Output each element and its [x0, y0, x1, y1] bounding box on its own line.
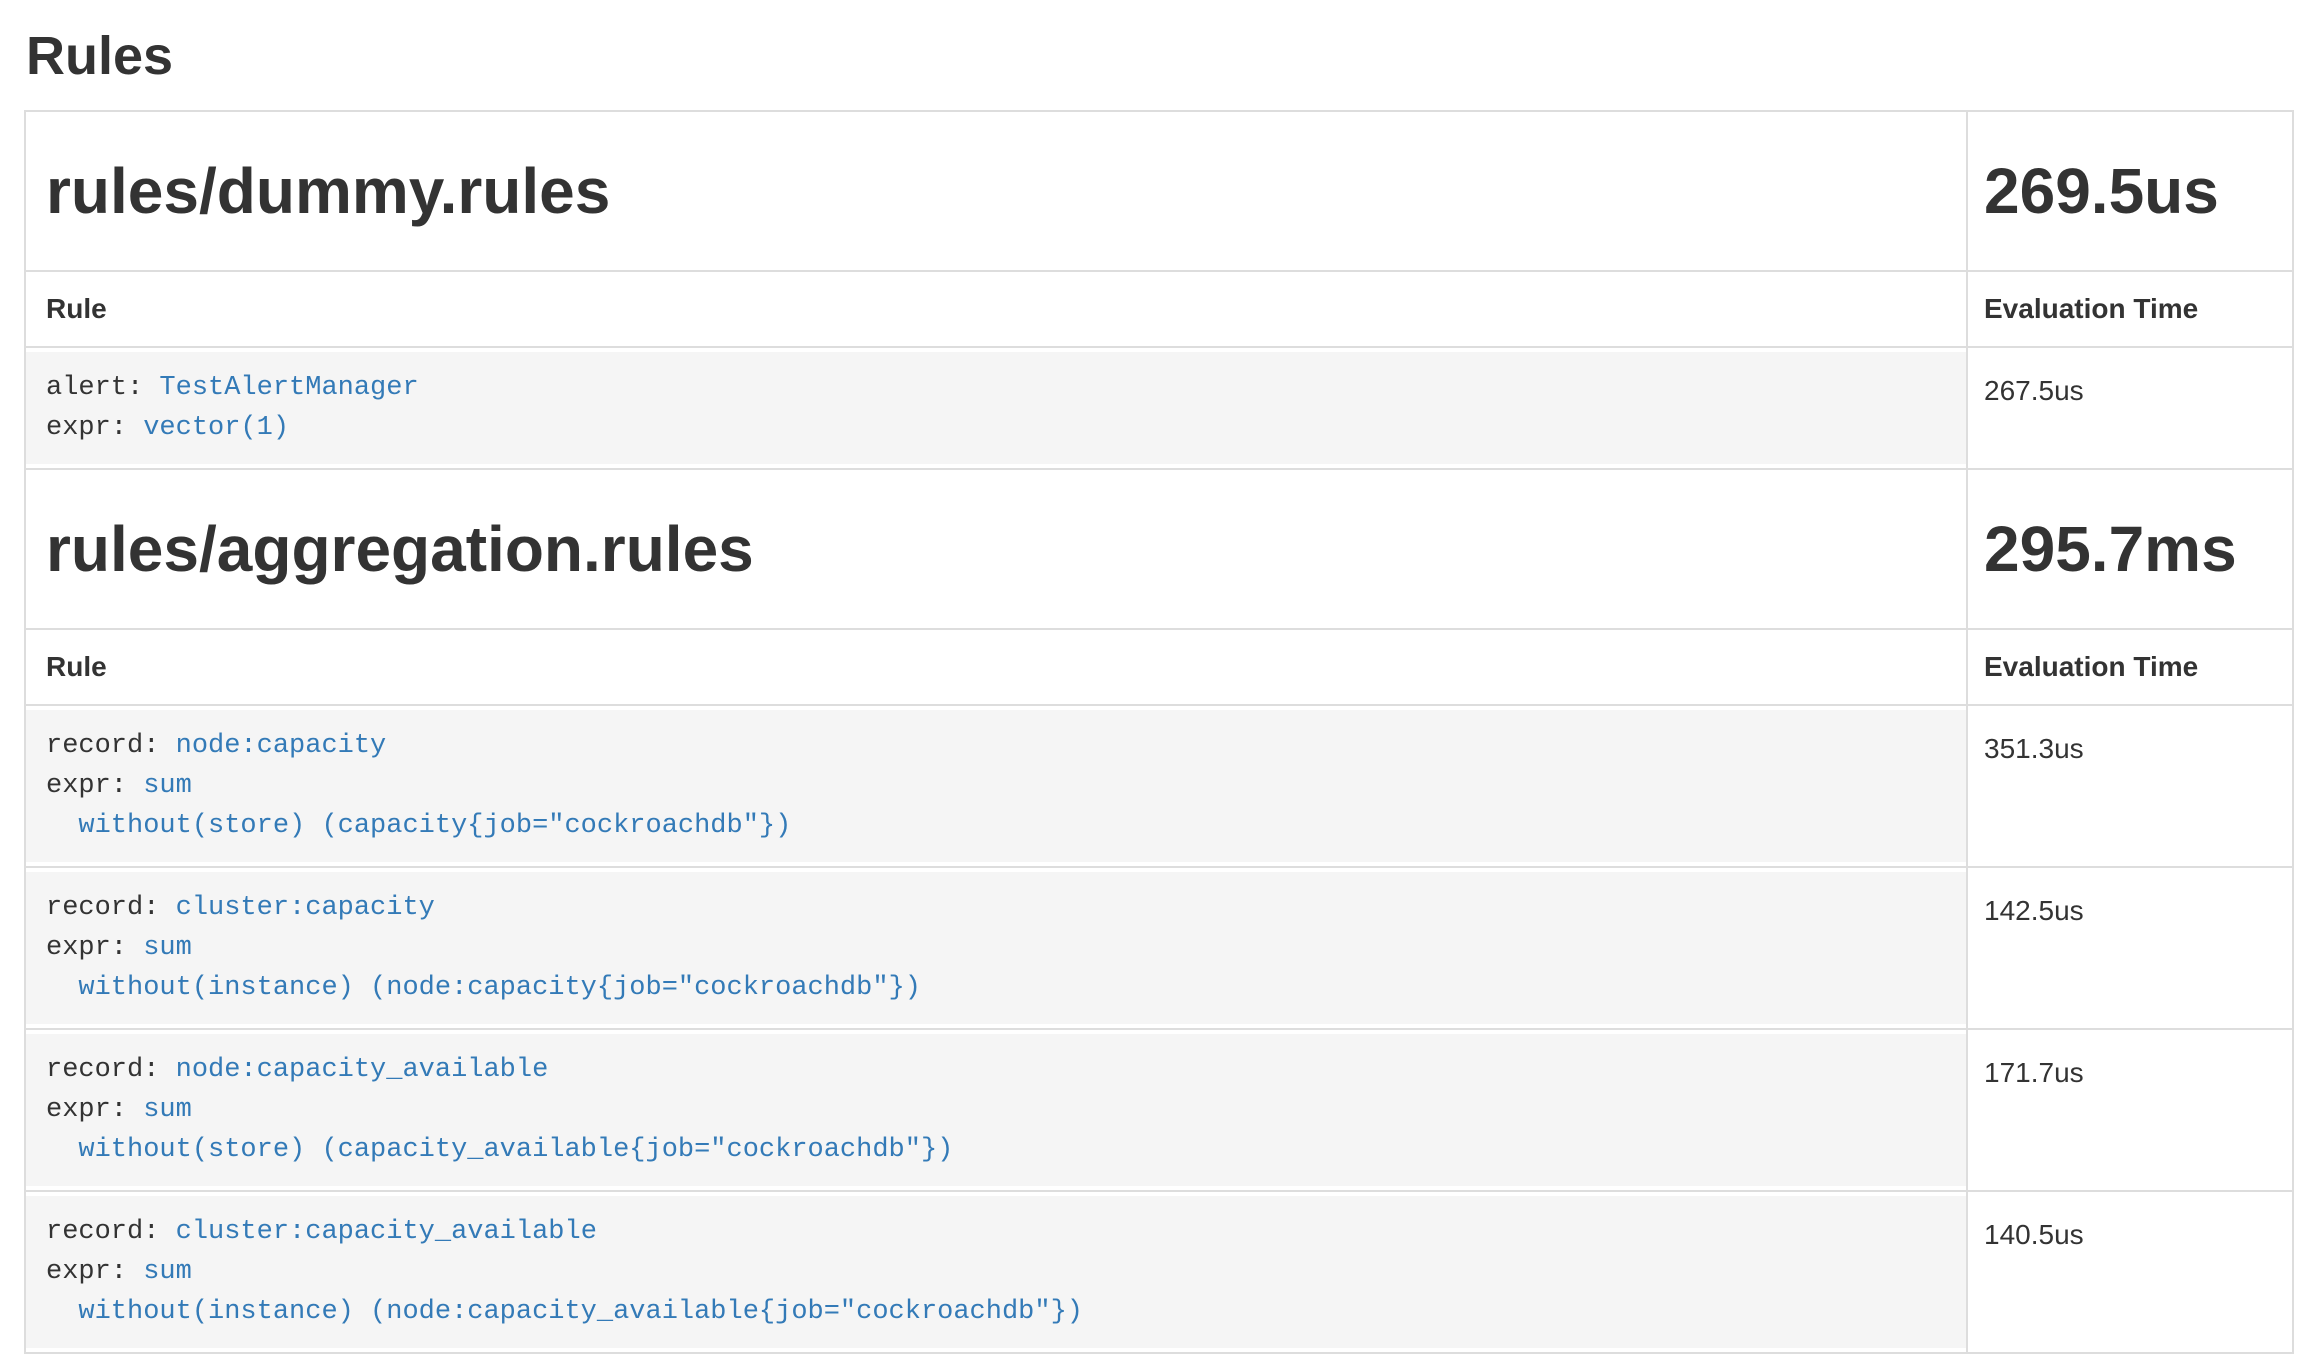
rule-group-evaluation-time-cell: 295.7ms — [1967, 469, 2293, 629]
rule-definition: record: node:capacityexpr: sum without(s… — [26, 710, 1966, 862]
rule-keyword: expr: — [46, 933, 143, 963]
rule-column-header: Rule — [25, 629, 1967, 705]
rule-definition: alert: TestAlertManagerexpr: vector(1) — [26, 352, 1966, 464]
rule-cell: record: node:capacityexpr: sum without(s… — [25, 705, 1967, 867]
rule-link[interactable]: without(instance) (node:capacity_availab… — [46, 1297, 1083, 1327]
rule-code-line: record: node:capacity_available — [46, 1050, 1950, 1090]
rule-row: record: cluster:capacity_availableexpr: … — [25, 1191, 2293, 1353]
rule-link[interactable]: without(instance) (node:capacity{job="co… — [46, 973, 921, 1003]
rule-evaluation-time: 267.5us — [1967, 347, 2293, 469]
rule-keyword: record: — [46, 731, 176, 761]
rule-group-evaluation-time: 295.7ms — [1984, 514, 2276, 584]
rule-code-line: record: node:capacity — [46, 726, 1950, 766]
rule-group-file-cell: rules/aggregation.rules — [25, 469, 1967, 629]
rule-cell: record: node:capacity_availableexpr: sum… — [25, 1029, 1967, 1191]
evaluation-time-column-header: Evaluation Time — [1967, 629, 2293, 705]
rule-code-line: record: cluster:capacity — [46, 888, 1950, 928]
rule-evaluation-time: 351.3us — [1967, 705, 2293, 867]
rule-keyword: expr: — [46, 413, 143, 443]
rule-link[interactable]: sum — [143, 933, 192, 963]
rule-link[interactable]: TestAlertManager — [159, 373, 418, 403]
rule-link[interactable]: sum — [143, 1257, 192, 1287]
rule-code-line: expr: vector(1) — [46, 408, 1950, 448]
rule-link[interactable]: node:capacity_available — [176, 1055, 549, 1085]
rule-definition: record: cluster:capacity_availableexpr: … — [26, 1196, 1966, 1348]
rule-link[interactable]: node:capacity — [176, 731, 387, 761]
rule-column-header: Rule — [25, 271, 1967, 347]
rule-link[interactable]: without(store) (capacity{job="cockroachd… — [46, 811, 791, 841]
rule-code-line: without(instance) (node:capacity{job="co… — [46, 968, 1950, 1008]
rule-row: record: cluster:capacityexpr: sum withou… — [25, 867, 2293, 1029]
rule-group-file-cell: rules/dummy.rules — [25, 111, 1967, 271]
rule-cell: record: cluster:capacity_availableexpr: … — [25, 1191, 1967, 1353]
page-title: Rules — [24, 0, 2292, 110]
rule-link[interactable]: cluster:capacity_available — [176, 1217, 597, 1247]
rule-group-file: rules/dummy.rules — [46, 156, 1950, 226]
rule-keyword: record: — [46, 1217, 176, 1247]
rule-code-line: expr: sum — [46, 766, 1950, 806]
rule-definition: record: cluster:capacityexpr: sum withou… — [26, 872, 1966, 1024]
rule-keyword: expr: — [46, 771, 143, 801]
rule-keyword: expr: — [46, 1095, 143, 1125]
rule-evaluation-time: 171.7us — [1967, 1029, 2293, 1191]
rule-cell: alert: TestAlertManagerexpr: vector(1) — [25, 347, 1967, 469]
rule-group-header-row: rules/aggregation.rules 295.7ms — [25, 469, 2293, 629]
rule-link[interactable]: cluster:capacity — [176, 893, 435, 923]
rule-code-line: alert: TestAlertManager — [46, 368, 1950, 408]
rule-keyword: expr: — [46, 1257, 143, 1287]
rule-keyword: record: — [46, 1055, 176, 1085]
rule-row: alert: TestAlertManagerexpr: vector(1) 2… — [25, 347, 2293, 469]
rule-code-line: expr: sum — [46, 1252, 1950, 1292]
rule-group-evaluation-time-cell: 269.5us — [1967, 111, 2293, 271]
rule-code-line: without(store) (capacity{job="cockroachd… — [46, 806, 1950, 846]
rule-row: record: node:capacity_availableexpr: sum… — [25, 1029, 2293, 1191]
rules-page: Rules rules/dummy.rules 269.5us Rule Eva… — [0, 0, 2316, 1354]
rule-cell: record: cluster:capacityexpr: sum withou… — [25, 867, 1967, 1029]
rule-keyword: alert: — [46, 373, 159, 403]
rule-group-evaluation-time: 269.5us — [1984, 156, 2276, 226]
rule-keyword: record: — [46, 893, 176, 923]
rule-link[interactable]: vector(1) — [143, 413, 289, 443]
rule-code-line: record: cluster:capacity_available — [46, 1212, 1950, 1252]
rule-code-line: expr: sum — [46, 1090, 1950, 1130]
rule-evaluation-time: 142.5us — [1967, 867, 2293, 1029]
rule-row: record: node:capacityexpr: sum without(s… — [25, 705, 2293, 867]
rule-code-line: expr: sum — [46, 928, 1950, 968]
rule-definition: record: node:capacity_availableexpr: sum… — [26, 1034, 1966, 1186]
rule-code-line: without(store) (capacity_available{job="… — [46, 1130, 1950, 1170]
rule-code-line: without(instance) (node:capacity_availab… — [46, 1292, 1950, 1332]
evaluation-time-column-header: Evaluation Time — [1967, 271, 2293, 347]
rules-table: rules/dummy.rules 269.5us Rule Evaluatio… — [24, 110, 2294, 1354]
rule-evaluation-time: 140.5us — [1967, 1191, 2293, 1353]
rule-link[interactable]: sum — [143, 1095, 192, 1125]
rule-group-file: rules/aggregation.rules — [46, 514, 1950, 584]
rule-link[interactable]: without(store) (capacity_available{job="… — [46, 1135, 953, 1165]
column-header-row: Rule Evaluation Time — [25, 629, 2293, 705]
column-header-row: Rule Evaluation Time — [25, 271, 2293, 347]
rule-link[interactable]: sum — [143, 771, 192, 801]
rule-group-header-row: rules/dummy.rules 269.5us — [25, 111, 2293, 271]
